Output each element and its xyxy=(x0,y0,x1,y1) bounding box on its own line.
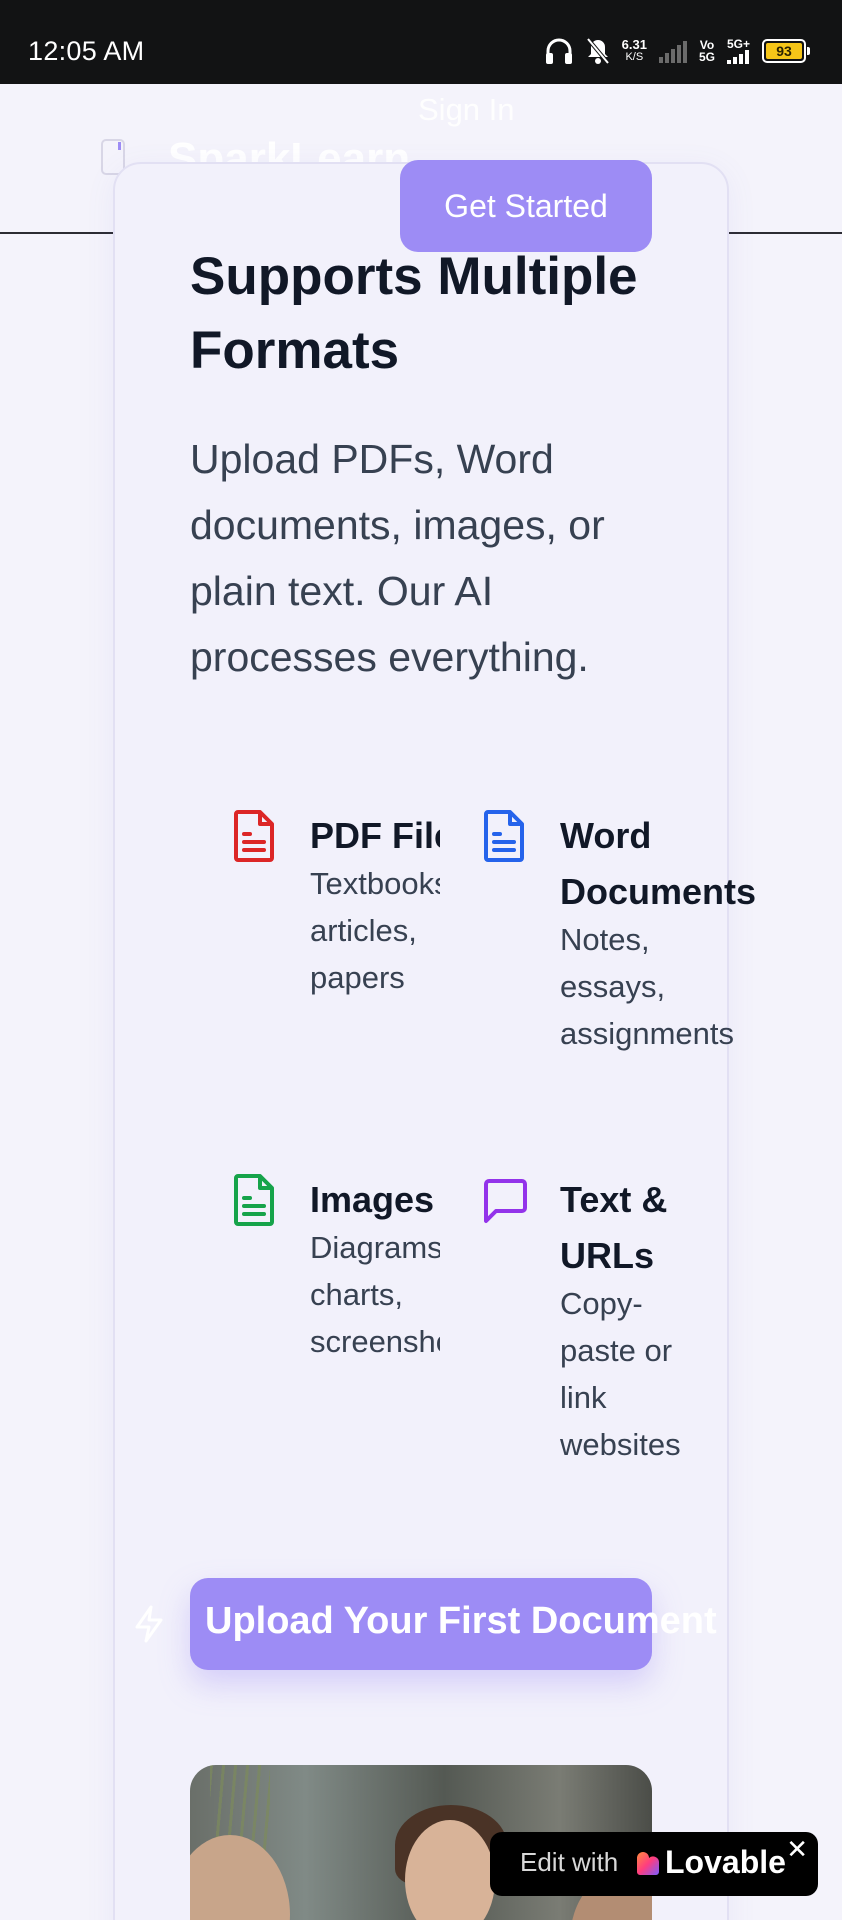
signal-1-icon xyxy=(658,39,687,63)
format-title: Images xyxy=(310,1179,435,1220)
format-item-word: Word Documents Notes, essays, assignment… xyxy=(482,808,782,1058)
format-title: PDF Files xyxy=(310,815,440,856)
format-description: Notes, essays, assignments xyxy=(560,922,735,1051)
format-item-pdf: PDF Files Textbooks, articles, papers xyxy=(232,808,442,1008)
format-title: Text & URLs xyxy=(560,1179,668,1276)
upload-button-label[interactable]: Upload Your First Document xyxy=(205,1600,717,1643)
format-item-text-urls: Text & URLs Copy-paste or link websites xyxy=(482,1172,682,1472)
lightning-icon xyxy=(135,1605,163,1643)
edit-with-lovable-badge[interactable]: Edit with Lovable ✕ xyxy=(490,1832,818,1896)
format-title: Word Documents xyxy=(560,815,757,912)
volte-label: Vo 5G xyxy=(698,38,715,64)
section-description: Upload PDFs, Word documents, images, or … xyxy=(190,436,605,680)
network-speed: 6.31 K/S xyxy=(621,37,647,63)
mute-bell-icon xyxy=(586,37,610,65)
section-title: Supports Multiple Formats xyxy=(190,247,638,380)
get-started-button[interactable]: Get Started xyxy=(400,160,652,252)
status-bar: 12:05 AM 6.31 K/S Vo 5G 5G+ 93 xyxy=(0,0,842,84)
sign-in-link[interactable]: Sign In xyxy=(418,92,515,128)
status-icons: 6.31 K/S Vo 5G 5G+ 93 xyxy=(544,36,810,66)
battery-level: 93 xyxy=(766,43,802,59)
network-type: 5G+ xyxy=(726,37,750,51)
headphones-icon xyxy=(545,38,572,64)
format-item-images: Images Diagrams, charts, screenshots xyxy=(232,1172,442,1372)
chat-bubble-icon xyxy=(484,1179,527,1223)
signal-2: 5G+ xyxy=(726,37,750,64)
lovable-logo-icon xyxy=(637,1852,659,1875)
lovable-brand: Lovable xyxy=(665,1844,786,1880)
clock: 12:05 AM xyxy=(28,36,145,66)
battery-icon: 93 xyxy=(762,39,810,63)
edit-with-label: Edit with xyxy=(520,1847,619,1877)
format-description: Copy-paste or link websites xyxy=(560,1286,681,1462)
image-file-icon xyxy=(234,1174,274,1226)
word-file-icon xyxy=(484,810,524,862)
pdf-file-icon xyxy=(234,810,274,862)
format-description: Diagrams, charts, screenshots xyxy=(310,1230,440,1359)
signal-2-icon xyxy=(726,50,749,64)
close-icon[interactable]: ✕ xyxy=(786,1834,808,1865)
format-description: Textbooks, articles, papers xyxy=(310,866,440,995)
